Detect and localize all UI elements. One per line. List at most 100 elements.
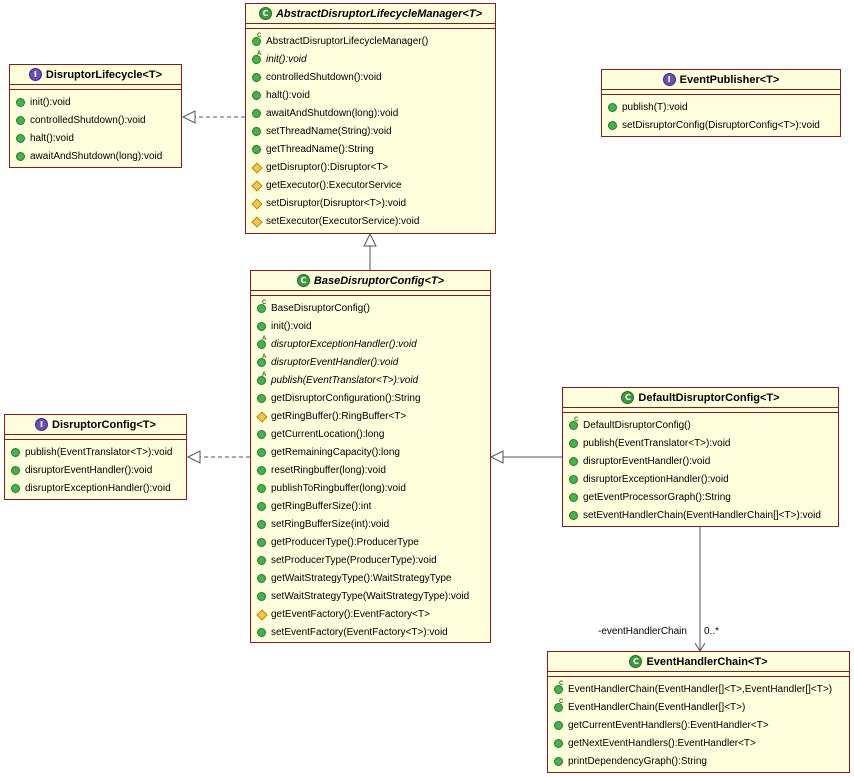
event-handler-chain-class-box[interactable]: C EventHandlerChain<T> C EventHandlerChain(…: [547, 651, 850, 773]
method-row[interactable]: printDependencyGraph():String: [548, 752, 849, 770]
method-signature: getCurrentLocation():long: [271, 428, 385, 440]
method-row[interactable]: setProducerType(ProducerType):void: [251, 551, 490, 569]
protected-visibility-icon: [252, 199, 261, 208]
public-visibility-icon: [257, 393, 266, 403]
method-signature: init():void: [266, 53, 307, 65]
method-row[interactable]: C AbstractDisruptorLifecycleManager(): [246, 32, 495, 50]
method-row[interactable]: init():void: [10, 93, 181, 111]
method-row[interactable]: getNextEventHandlers():EventHandler<T>: [548, 734, 849, 752]
interface-icon: I: [35, 418, 49, 431]
method-row[interactable]: setEventFactory(EventFactory<T>):void: [251, 623, 490, 641]
method-signature: BaseDisruptorConfig(): [271, 302, 370, 314]
method-row[interactable]: Apublish(EventTranslator<T>):void: [251, 371, 490, 389]
disruptor-lifecycle-interface-box[interactable]: I DisruptorLifecycle<T> init():void control…: [9, 64, 182, 168]
method-signature: resetRingbuffer(long):void: [271, 464, 386, 476]
method-row[interactable]: setWaitStrategyType(WaitStrategyType):vo…: [251, 587, 490, 605]
class-name: AbstractDisruptorLifecycleManager<T>: [275, 7, 482, 20]
method-row[interactable]: getRingBufferSize():int: [251, 497, 490, 515]
method-row[interactable]: halt():void: [10, 129, 181, 147]
public-visibility-icon: [252, 126, 261, 136]
method-signature: disruptorExceptionHandler():void: [25, 482, 171, 494]
method-row[interactable]: getThreadName():String: [246, 140, 495, 158]
method-row[interactable]: Ainit():void: [246, 50, 495, 68]
constructor-badge-icon: C: [574, 416, 579, 423]
protected-visibility-icon: [257, 412, 266, 421]
public-visibility-icon: [257, 627, 266, 637]
method-row[interactable]: setRingBufferSize(int):void: [251, 515, 490, 533]
method-row[interactable]: controlledShutdown():void: [10, 111, 181, 129]
public-visibility-icon: [554, 720, 563, 730]
method-row[interactable]: awaitAndShutdown(long):void: [10, 147, 181, 165]
public-visibility-icon: C: [554, 681, 563, 694]
method-row[interactable]: C DefaultDisruptorConfig(): [563, 416, 838, 434]
methods-compartment: C AbstractDisruptorLifecycleManager() Aini…: [246, 29, 495, 230]
method-signature: getExecutor():ExecutorService: [266, 179, 402, 191]
base-config-class-box[interactable]: C BaseDisruptorConfig<T> C BaseDisruptorCon…: [250, 270, 491, 643]
method-row[interactable]: setEventHandlerChain(EventHandlerChain[]…: [563, 506, 838, 524]
methods-compartment: publish(T):void setDisruptorConfig(Disrup…: [602, 95, 840, 134]
method-row[interactable]: getRemainingCapacity():long: [251, 443, 490, 461]
method-signature: publish(T):void: [622, 101, 688, 113]
method-row[interactable]: getRingBuffer():RingBuffer<T>: [251, 407, 490, 425]
public-visibility-icon: [257, 555, 266, 565]
public-visibility-icon: [569, 474, 578, 484]
public-visibility-icon: [11, 447, 20, 457]
method-row[interactable]: getDisruptorConfiguration():String: [251, 389, 490, 407]
method-row[interactable]: setThreadName(String):void: [246, 122, 495, 140]
method-row[interactable]: publish(EventTranslator<T>):void: [563, 434, 838, 452]
public-visibility-icon: [257, 573, 266, 583]
method-row[interactable]: halt():void: [246, 86, 495, 104]
method-row[interactable]: getProducerType():ProducerType: [251, 533, 490, 551]
method-row[interactable]: getExecutor():ExecutorService: [246, 176, 495, 194]
method-row[interactable]: C EventHandlerChain(EventHandler[]<T>,Eve…: [548, 680, 849, 698]
public-visibility-icon: [16, 115, 25, 125]
default-config-class-box[interactable]: C DefaultDisruptorConfig<T> C DefaultDisrup…: [562, 387, 839, 527]
method-signature: disruptorEventHandler():void: [25, 464, 153, 476]
public-visibility-icon: A: [252, 51, 261, 64]
method-row[interactable]: publish(T):void: [602, 98, 840, 116]
generalization-arrowhead-base: [489, 450, 504, 464]
abstract-manager-class-box[interactable]: C AbstractDisruptorLifecycleManager<T> C Ab…: [245, 3, 496, 234]
method-row[interactable]: controlledShutdown():void: [246, 68, 495, 86]
method-row[interactable]: publish(EventTranslator<T>):void: [5, 443, 186, 461]
event-publisher-interface-box[interactable]: I EventPublisher<T> publish(T):void setDisr…: [601, 69, 841, 137]
method-row[interactable]: getEventProcessorGraph():String: [563, 488, 838, 506]
method-signature: getRemainingCapacity():long: [271, 446, 400, 458]
method-row[interactable]: getEventFactory():EventFactory<T>: [251, 605, 490, 623]
class-name: EventPublisher<T>: [679, 73, 780, 86]
method-row[interactable]: init():void: [251, 317, 490, 335]
method-row[interactable]: getDisruptor():Disruptor<T>: [246, 158, 495, 176]
public-visibility-icon: [257, 501, 266, 511]
method-row[interactable]: setExecutor(ExecutorService):void: [246, 212, 495, 230]
method-row[interactable]: setDisruptor(Disruptor<T>):void: [246, 194, 495, 212]
disruptor-config-interface-box[interactable]: I DisruptorConfig<T> publish(EventTranslat…: [4, 414, 187, 500]
method-row[interactable]: disruptorExceptionHandler():void: [563, 470, 838, 488]
method-row[interactable]: C EventHandlerChain(EventHandler[]<T>): [548, 698, 849, 716]
method-row[interactable]: C BaseDisruptorConfig(): [251, 299, 490, 317]
method-signature: publishToRingbuffer(long):void: [271, 482, 406, 494]
public-visibility-icon: [554, 756, 563, 766]
method-row[interactable]: AdisruptorEventHandler():void: [251, 353, 490, 371]
method-signature: init():void: [271, 320, 312, 332]
method-signature: setProducerType(ProducerType):void: [271, 554, 437, 566]
class-header: C EventHandlerChain<T>: [548, 652, 849, 672]
method-row[interactable]: disruptorEventHandler():void: [5, 461, 186, 479]
method-signature: EventHandlerChain(EventHandler[]<T>,Even…: [568, 683, 833, 695]
method-signature: setWaitStrategyType(WaitStrategyType):vo…: [271, 590, 470, 602]
class-name: BaseDisruptorConfig<T>: [313, 274, 445, 287]
method-row[interactable]: awaitAndShutdown(long):void: [246, 104, 495, 122]
method-row[interactable]: publishToRingbuffer(long):void: [251, 479, 490, 497]
method-row[interactable]: disruptorExceptionHandler():void: [5, 479, 186, 497]
method-signature: getRingBufferSize():int: [271, 500, 372, 512]
method-row[interactable]: getCurrentLocation():long: [251, 425, 490, 443]
method-row[interactable]: setDisruptorConfig(DisruptorConfig<T>):v…: [602, 116, 840, 134]
method-row[interactable]: getCurrentEventHandlers():EventHandler<T…: [548, 716, 849, 734]
public-visibility-icon: [252, 72, 261, 82]
method-signature: setEventHandlerChain(EventHandlerChain[]…: [583, 509, 821, 521]
method-row[interactable]: getWaitStrategyType():WaitStrategyType: [251, 569, 490, 587]
method-row[interactable]: resetRingbuffer(long):void: [251, 461, 490, 479]
method-row[interactable]: AdisruptorExceptionHandler():void: [251, 335, 490, 353]
method-row[interactable]: disruptorEventHandler():void: [563, 452, 838, 470]
realization-arrowhead-config: [186, 450, 201, 464]
method-signature: init():void: [30, 96, 71, 108]
